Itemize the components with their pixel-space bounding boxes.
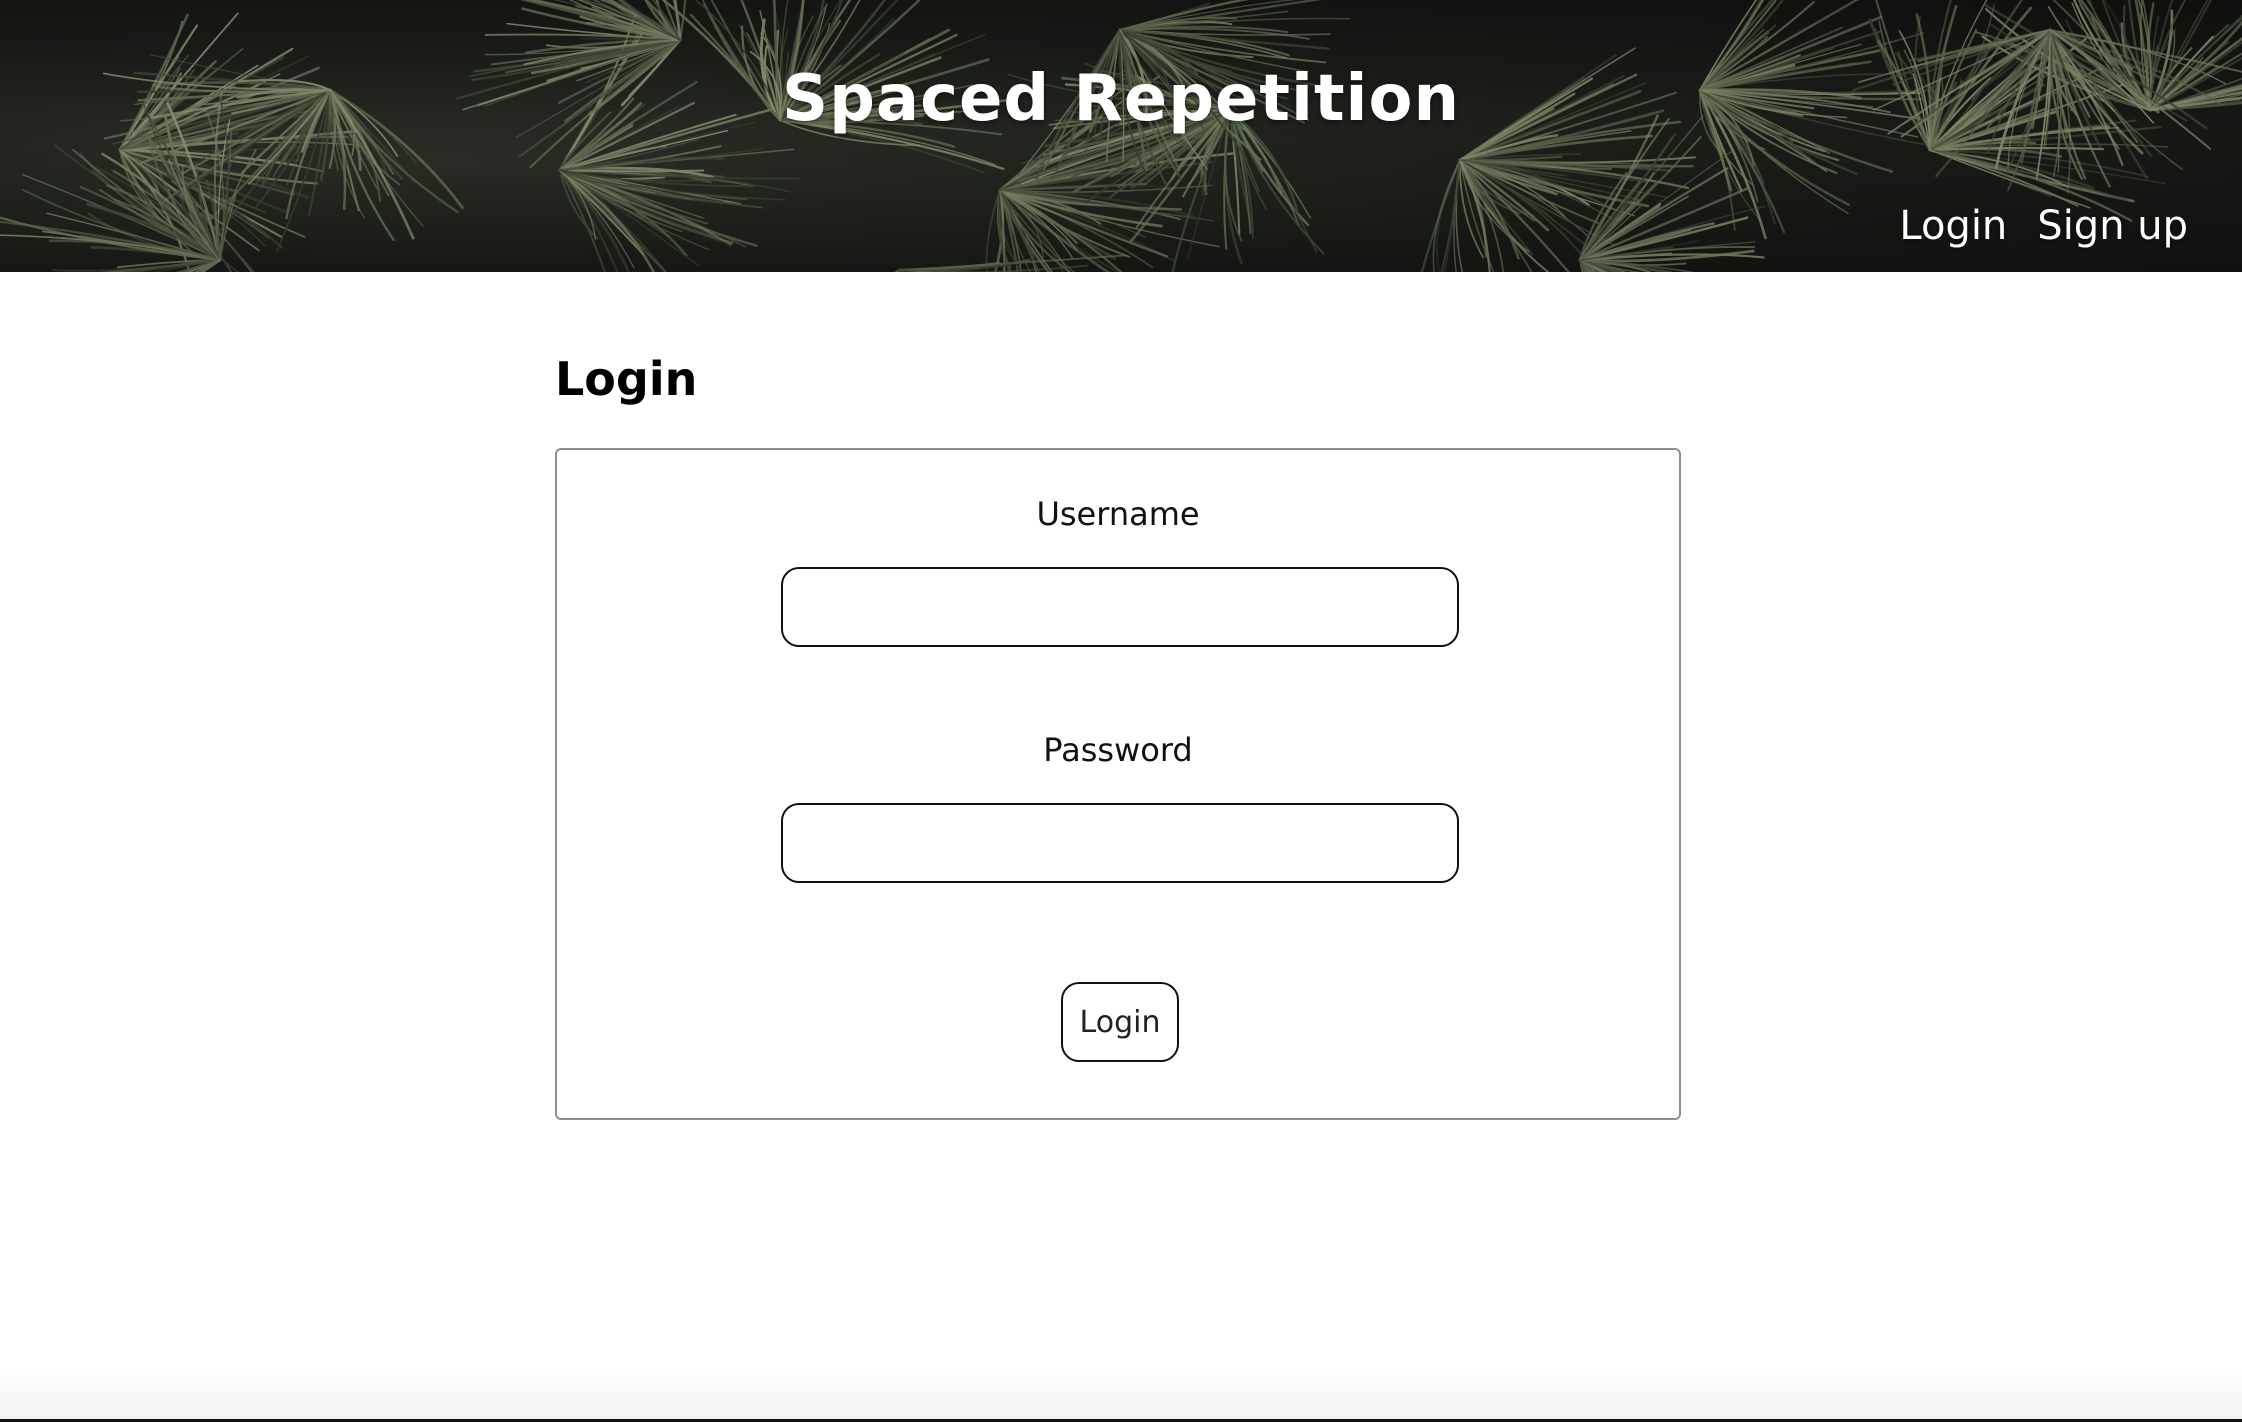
header-nav: Login Sign up (1899, 198, 2188, 254)
main-content: Login Username Password Login (555, 340, 1685, 1120)
header-banner: Spaced Repetition Login Sign up (0, 0, 2242, 272)
username-label: Username (1036, 495, 1200, 533)
login-form: Username Password Login (555, 448, 1681, 1120)
page: Spaced Repetition Login Sign up Login Us… (0, 0, 2242, 1422)
password-label: Password (1043, 731, 1193, 769)
page-title: Login (555, 352, 698, 406)
username-input[interactable] (781, 567, 1459, 647)
nav-signup-link[interactable]: Sign up (2037, 198, 2188, 254)
bottom-shadow (0, 1366, 2242, 1420)
nav-login-link[interactable]: Login (1899, 198, 2007, 254)
password-input[interactable] (781, 803, 1459, 883)
site-title: Spaced Repetition (781, 62, 1461, 136)
login-submit-button[interactable]: Login (1061, 982, 1179, 1062)
